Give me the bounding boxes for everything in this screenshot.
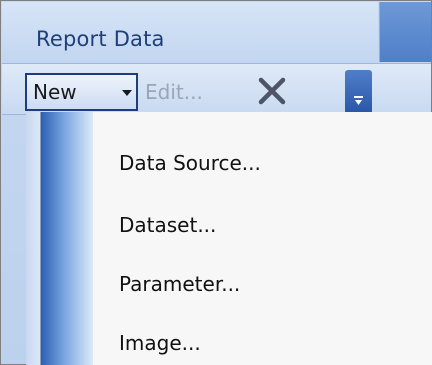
panel-title: Report Data <box>36 27 165 51</box>
chevron-down-icon[interactable] <box>353 96 364 107</box>
menu-item-image[interactable]: Image... <box>119 331 201 355</box>
menu-item-data-source[interactable]: Data Source... <box>119 151 261 175</box>
dropdown-arrow-icon[interactable] <box>122 90 132 96</box>
menu-item-dataset[interactable]: Dataset... <box>119 213 216 237</box>
close-icon[interactable] <box>257 76 287 106</box>
new-dropdown-menu <box>40 112 432 365</box>
new-button-label: New <box>33 80 77 104</box>
menu-item-parameter[interactable]: Parameter... <box>119 272 240 296</box>
right-panel-header <box>379 2 431 62</box>
menu-icon-column <box>41 112 93 365</box>
edit-button[interactable]: Edit... <box>145 80 203 104</box>
menu-left-edge <box>26 112 40 365</box>
